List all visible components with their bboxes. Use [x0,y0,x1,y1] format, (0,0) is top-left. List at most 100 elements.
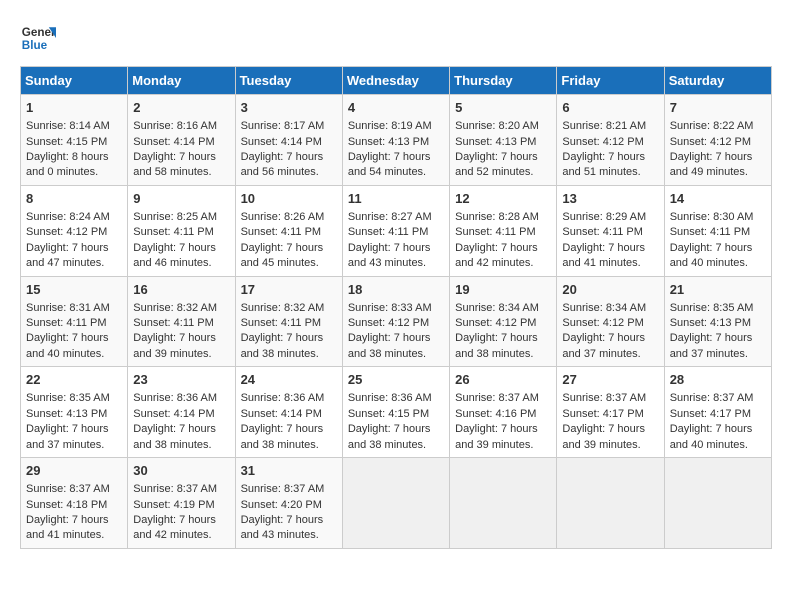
day-info: Daylight: 7 hours [562,422,658,437]
day-info: Sunrise: 8:20 AM [455,119,551,134]
day-info: Sunrise: 8:32 AM [133,301,229,316]
day-info: Daylight: 7 hours [26,241,122,256]
day-info: and 39 minutes. [133,347,229,362]
calendar-cell: 21Sunrise: 8:35 AMSunset: 4:13 PMDayligh… [664,276,771,367]
day-info: Sunset: 4:16 PM [455,407,551,422]
calendar-week-row: 15Sunrise: 8:31 AMSunset: 4:11 PMDayligh… [21,276,772,367]
day-info: Sunrise: 8:37 AM [133,482,229,497]
day-info: Sunset: 4:12 PM [455,316,551,331]
calendar-cell: 16Sunrise: 8:32 AMSunset: 4:11 PMDayligh… [128,276,235,367]
day-info: Sunset: 4:14 PM [133,407,229,422]
day-info: Daylight: 7 hours [670,331,766,346]
calendar-cell: 19Sunrise: 8:34 AMSunset: 4:12 PMDayligh… [450,276,557,367]
day-info: Daylight: 7 hours [241,150,337,165]
day-info: and 49 minutes. [670,165,766,180]
calendar-cell: 22Sunrise: 8:35 AMSunset: 4:13 PMDayligh… [21,367,128,458]
day-info: Sunset: 4:18 PM [26,498,122,513]
day-info: Sunrise: 8:35 AM [26,391,122,406]
day-info: Daylight: 8 hours [26,150,122,165]
day-info: and 40 minutes. [670,438,766,453]
weekday-header-saturday: Saturday [664,67,771,95]
day-info: Daylight: 7 hours [348,150,444,165]
day-number: 16 [133,281,229,299]
calendar-cell [342,458,449,549]
day-number: 8 [26,190,122,208]
day-info: Sunrise: 8:22 AM [670,119,766,134]
calendar-cell [664,458,771,549]
day-info: and 47 minutes. [26,256,122,271]
day-info: Daylight: 7 hours [133,241,229,256]
day-info: Sunset: 4:17 PM [562,407,658,422]
calendar-week-row: 22 Sunrise: 8:35 AMSunset: 4:13 PM Dayligh… [21,367,772,458]
day-info: Sunset: 4:11 PM [241,316,337,331]
day-info: Sunrise: 8:37 AM [562,391,658,406]
day-info: Sunrise: 8:35 AM [670,301,766,316]
day-info: Sunset: 4:11 PM [670,225,766,240]
weekday-header-thursday: Thursday [450,67,557,95]
day-info: Sunrise: 8:36 AM [241,391,337,406]
day-number: 2 [133,99,229,117]
day-info: Sunrise: 8:25 AM [133,210,229,225]
day-info: and 38 minutes. [241,438,337,453]
day-info: Sunrise: 8:24 AM [26,210,122,225]
calendar-cell: 24Sunrise: 8:36 AMSunset: 4:14 PMDayligh… [235,367,342,458]
day-info: Sunrise: 8:26 AM [241,210,337,225]
day-info: Daylight: 7 hours [455,150,551,165]
day-info: and 38 minutes. [133,438,229,453]
day-number: 13 [562,190,658,208]
calendar-week-row: 1Sunrise: 8:14 AMSunset: 4:15 PMDaylight… [21,95,772,186]
day-info: and 37 minutes. [26,438,122,453]
day-info: Sunset: 4:11 PM [455,225,551,240]
day-info: Sunset: 4:12 PM [348,316,444,331]
day-info: and 56 minutes. [241,165,337,180]
day-info: Daylight: 7 hours [670,422,766,437]
day-info: Sunrise: 8:27 AM [348,210,444,225]
day-info: and 46 minutes. [133,256,229,271]
day-info: Sunset: 4:13 PM [26,407,122,422]
day-number: 9 [133,190,229,208]
day-info: Daylight: 7 hours [133,422,229,437]
day-info: Sunset: 4:12 PM [670,135,766,150]
day-number: 12 [455,190,551,208]
day-info: Sunrise: 8:30 AM [670,210,766,225]
day-info: and 51 minutes. [562,165,658,180]
day-info: Sunset: 4:12 PM [562,135,658,150]
calendar-cell: 10Sunrise: 8:26 AMSunset: 4:11 PMDayligh… [235,185,342,276]
day-number: 19 [455,281,551,299]
calendar-cell: 25Sunrise: 8:36 AMSunset: 4:15 PMDayligh… [342,367,449,458]
calendar-cell: 2Sunrise: 8:16 AMSunset: 4:14 PMDaylight… [128,95,235,186]
day-info: Daylight: 7 hours [133,331,229,346]
day-info: Sunset: 4:11 PM [133,225,229,240]
day-info: and 42 minutes. [133,528,229,543]
day-info: Daylight: 7 hours [26,513,122,528]
day-info: and 43 minutes. [241,528,337,543]
day-number: 22 [26,371,122,389]
page-header: General Blue [20,20,772,56]
day-info: Daylight: 7 hours [562,331,658,346]
calendar-cell: 18Sunrise: 8:33 AMSunset: 4:12 PMDayligh… [342,276,449,367]
day-info: and 45 minutes. [241,256,337,271]
day-info: Sunset: 4:11 PM [26,316,122,331]
day-number: 17 [241,281,337,299]
calendar-cell: 23Sunrise: 8:36 AMSunset: 4:14 PMDayligh… [128,367,235,458]
calendar-cell: 3Sunrise: 8:17 AMSunset: 4:14 PMDaylight… [235,95,342,186]
day-number: 30 [133,462,229,480]
day-info: and 38 minutes. [348,347,444,362]
logo: General Blue [20,20,56,56]
day-number: 4 [348,99,444,117]
day-info: Daylight: 7 hours [241,513,337,528]
day-info: and 38 minutes. [348,438,444,453]
day-number: 27 [562,371,658,389]
calendar-cell: 1Sunrise: 8:14 AMSunset: 4:15 PMDaylight… [21,95,128,186]
weekday-header-friday: Friday [557,67,664,95]
weekday-header-row: SundayMondayTuesdayWednesdayThursdayFrid… [21,67,772,95]
day-number: 3 [241,99,337,117]
day-info: and 37 minutes. [562,347,658,362]
svg-text:Blue: Blue [22,39,48,52]
day-number: 21 [670,281,766,299]
day-info: Daylight: 7 hours [348,241,444,256]
day-info: Daylight: 7 hours [241,422,337,437]
day-number: 18 [348,281,444,299]
day-info: Sunrise: 8:37 AM [455,391,551,406]
day-info: Sunset: 4:11 PM [241,225,337,240]
